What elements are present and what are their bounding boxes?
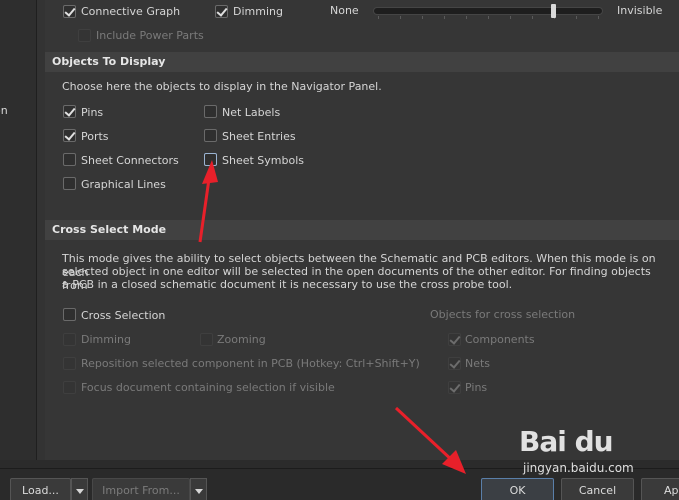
pins-label: Pins [81,106,104,119]
include-power-parts-label: Include Power Parts [96,29,204,42]
reposition-label: Reposition selected component in PCB (Ho… [81,357,420,370]
ports-label: Ports [81,130,109,143]
baidu-watermark: Bai du jingyan.baidu.com [497,423,647,483]
ports-checkbox[interactable] [63,129,76,142]
objects-for-cross-selection-header: Objects for cross selection [430,308,576,321]
nets-checkbox[interactable] [448,357,461,370]
cross-pins-label: Pins [465,381,488,394]
watermark-brand: Bai du [519,425,614,458]
import-from-button[interactable]: Import From... [92,478,190,500]
include-power-parts-checkbox[interactable] [78,29,91,42]
dimming-checkbox[interactable] [215,5,228,18]
components-checkbox[interactable] [448,333,461,346]
nets-label: Nets [465,357,491,370]
connective-graph-label: Connective Graph [81,5,181,18]
sheet-entries-label: Sheet Entries [222,130,296,143]
focus-document-label: Focus document containing selection if v… [81,381,335,394]
objects-to-display-description: Choose here the objects to display in th… [62,80,382,93]
graphical-lines-checkbox[interactable] [63,177,76,190]
cross-pins-checkbox[interactable] [448,381,461,394]
cross-selection-label: Cross Selection [81,309,166,322]
components-label: Components [465,333,535,346]
slider-min-label: None [330,4,359,17]
reposition-checkbox[interactable] [63,357,76,370]
sheet-connectors-label: Sheet Connectors [81,154,179,167]
cross-dimming-checkbox[interactable] [63,333,76,346]
cross-selection-checkbox[interactable] [63,308,76,321]
focus-document-checkbox[interactable] [63,381,76,394]
cross-select-mode-header: Cross Select Mode [45,220,679,240]
import-from-dropdown-button[interactable] [190,478,207,500]
cross-select-description-line-3: a PCB in a closed schematic document it … [62,278,513,291]
graphical-lines-label: Graphical Lines [81,178,166,191]
dimming-slider-track[interactable] [373,7,603,15]
dimming-label: Dimming [233,5,283,18]
connective-graph-checkbox[interactable] [63,5,76,18]
dimming-slider-ticks [378,16,600,19]
cross-dimming-label: Dimming [81,333,131,346]
objects-to-display-header: Objects To Display [45,52,679,72]
net-labels-checkbox[interactable] [204,105,217,118]
left-panel-strip: on [0,0,37,460]
sheet-symbols-label: Sheet Symbols [222,154,305,167]
slider-max-label: Invisible [617,4,663,17]
sheet-entries-checkbox[interactable] [204,129,217,142]
zooming-checkbox[interactable] [200,333,213,346]
left-panel-clipped-label: on [0,104,8,117]
dimming-slider-thumb[interactable] [551,4,556,18]
sheet-symbols-checkbox[interactable] [204,153,217,166]
watermark-site: jingyan.baidu.com [523,461,634,475]
zooming-label: Zooming [217,333,266,346]
load-button[interactable]: Load... [10,478,71,500]
net-labels-label: Net Labels [222,106,281,119]
pins-checkbox[interactable] [63,105,76,118]
sheet-connectors-checkbox[interactable] [63,153,76,166]
load-dropdown-button[interactable] [71,478,88,500]
